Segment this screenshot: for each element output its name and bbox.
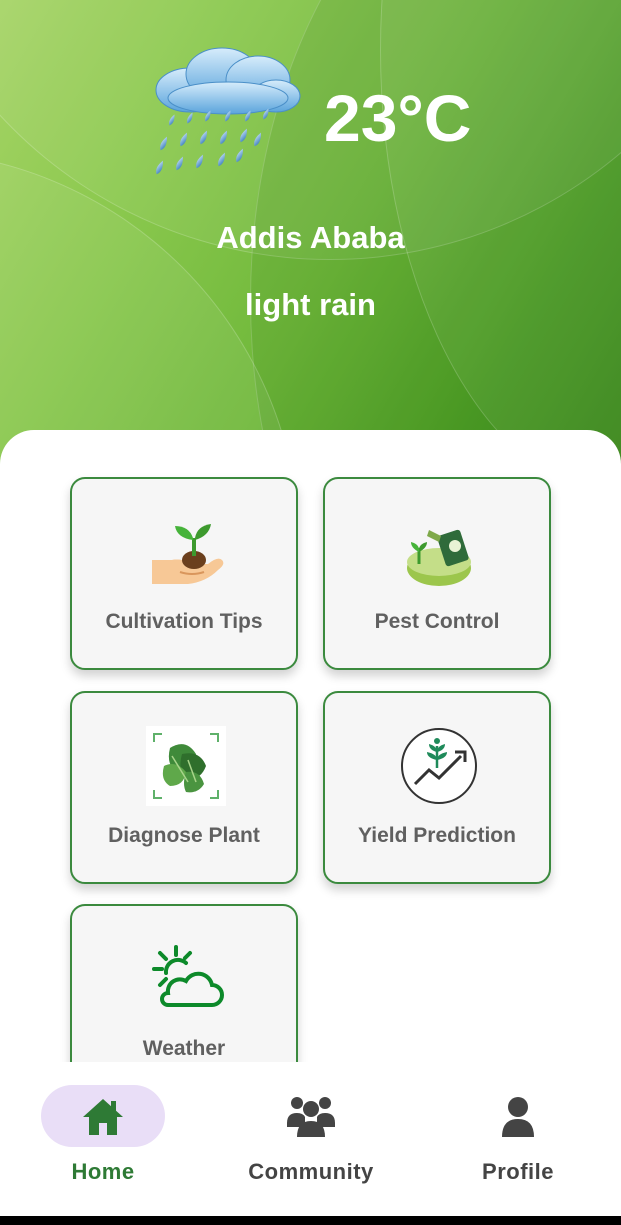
nav-home[interactable]: Home	[13, 1062, 193, 1216]
card-label: Weather	[142, 1037, 226, 1060]
person-icon	[502, 1097, 534, 1137]
app-screen: 23°C Addis Ababa light rain Cultivation …	[0, 0, 621, 1216]
feature-grid: Cultivation Tips Pest Control Diagnose P…	[0, 430, 621, 1070]
bottom-navigation: Home Community Profile	[0, 1062, 621, 1216]
pest-spray-icon	[407, 529, 471, 586]
rain-cloud-icon	[155, 47, 301, 175]
leaf-scan-icon	[146, 726, 226, 806]
card-label: Diagnose Plant	[108, 824, 260, 847]
pest-control-card[interactable]: Pest Control	[323, 477, 551, 670]
nav-community[interactable]: Community	[221, 1062, 401, 1216]
yield-growth-icon	[401, 728, 477, 804]
nav-profile[interactable]: Profile	[428, 1062, 608, 1216]
weather-card[interactable]: Weather	[70, 904, 298, 1070]
weather-condition: light rain	[245, 287, 376, 322]
sun-cloud-icon	[152, 945, 224, 1007]
city-name: Addis Ababa	[216, 220, 405, 255]
temperature: 23°C	[324, 81, 472, 155]
card-label: Cultivation Tips	[105, 610, 263, 633]
nav-label: Home	[71, 1159, 135, 1184]
community-icon	[287, 1097, 335, 1137]
yield-prediction-card[interactable]: Yield Prediction	[323, 691, 551, 884]
card-label: Pest Control	[374, 610, 500, 633]
seedling-hand-icon	[152, 524, 224, 584]
nav-label: Profile	[482, 1159, 554, 1184]
card-label: Yield Prediction	[358, 824, 516, 847]
diagnose-plant-card[interactable]: Diagnose Plant	[70, 691, 298, 884]
nav-label: Community	[248, 1159, 374, 1184]
weather-header: 23°C Addis Ababa light rain	[0, 0, 621, 470]
home-icon	[83, 1099, 123, 1135]
cultivation-tips-card[interactable]: Cultivation Tips	[70, 477, 298, 670]
